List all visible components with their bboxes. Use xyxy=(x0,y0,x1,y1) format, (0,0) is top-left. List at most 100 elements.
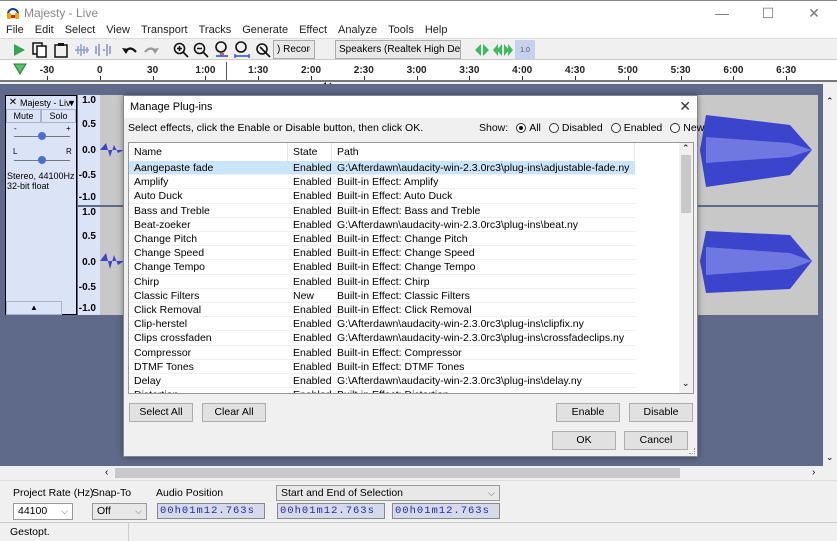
minimize-button[interactable]: — xyxy=(699,1,745,25)
pan-slider-thumb[interactable] xyxy=(38,156,46,164)
solo-button[interactable]: Solo xyxy=(41,109,76,123)
column-header-path[interactable]: Path xyxy=(332,143,635,161)
scroll-left-icon[interactable]: ‹ xyxy=(105,467,108,478)
plugin-row[interactable]: Amplify Enabled Built-in Effect: Amplify xyxy=(129,175,635,190)
menu-edit[interactable]: Edit xyxy=(29,24,59,38)
ok-button[interactable]: OK xyxy=(552,431,616,450)
menu-select[interactable]: Select xyxy=(59,24,101,38)
filter-disabled-radio[interactable]: Disabled xyxy=(548,122,603,134)
scroll-down-icon[interactable]: ⌄ xyxy=(682,378,690,389)
plugin-row[interactable]: Change Tempo Enabled Built-in Effect: Chan… xyxy=(129,260,635,275)
menu-generate[interactable]: Generate xyxy=(236,24,293,38)
scroll-down-icon[interactable]: ⌄ xyxy=(826,452,834,463)
copy-button[interactable] xyxy=(30,40,50,60)
amplitude-scale-right[interactable]: 1.0 0.5 0.0 -0.5 -1.0 xyxy=(78,207,100,315)
plugin-name: Distortion xyxy=(134,388,284,393)
pin-playhead-icon[interactable] xyxy=(13,63,27,75)
trim-button[interactable] xyxy=(72,40,92,60)
scroll-right-icon[interactable]: › xyxy=(812,467,815,478)
speed-slider[interactable]: 1.0 xyxy=(515,40,535,60)
column-header-state[interactable]: State xyxy=(288,143,332,161)
plugin-row[interactable]: Delay Enabled G:\Afterdawn\audacity-win-2.… xyxy=(129,374,635,389)
recording-device-select[interactable]: ) Recor ⌵ xyxy=(273,40,315,59)
scroll-up-icon[interactable]: ⌃ xyxy=(826,96,834,107)
plugin-state: Enabled xyxy=(293,360,332,373)
plugin-list-scroll-thumb[interactable] xyxy=(681,155,691,213)
menu-effect[interactable]: Effect xyxy=(293,24,332,38)
horizontal-scroll-thumb[interactable] xyxy=(115,468,680,478)
filter-new-radio[interactable]: New xyxy=(670,122,704,134)
collapse-track-button[interactable]: ▲ xyxy=(6,301,62,315)
plugin-row[interactable]: DTMF Tones Enabled Built-in Effect: DTMF T… xyxy=(129,360,635,374)
zoom-in-button[interactable] xyxy=(171,40,191,60)
project-rate-select[interactable]: 44100 ⌵ xyxy=(13,503,73,520)
enable-button[interactable]: Enable xyxy=(556,403,620,422)
paste-button[interactable] xyxy=(51,40,71,60)
selection-start-time[interactable]: 00h01m12.763s xyxy=(277,503,385,519)
menu-help[interactable]: Help xyxy=(419,24,453,38)
vertical-scrollbar[interactable]: ⌃ ⌄ xyxy=(823,84,837,480)
maximize-button[interactable]: ☐ xyxy=(745,1,791,25)
menu-analyze[interactable]: Analyze xyxy=(332,24,382,38)
cancel-button[interactable]: Cancel xyxy=(624,431,688,450)
plugin-row[interactable]: Clip-herstel Enabled G:\Afterdawn\audacity… xyxy=(129,317,635,332)
play-cut-preview-button[interactable] xyxy=(492,40,514,60)
audio-position-time[interactable]: 00h01m12.763s xyxy=(157,503,265,519)
disable-button[interactable]: Disable xyxy=(629,403,693,422)
scroll-up-icon[interactable]: ⌃ xyxy=(682,143,690,154)
track-name-menu[interactable]: Majesty - Liv ▼ xyxy=(20,97,76,109)
filter-all-radio[interactable]: All xyxy=(516,122,541,134)
selection-end-time[interactable]: 00h01m12.763s xyxy=(392,503,500,519)
gain-slider-thumb[interactable] xyxy=(38,132,46,140)
horizontal-scrollbar[interactable]: ‹ › xyxy=(0,466,823,480)
menu-tracks[interactable]: Tracks xyxy=(193,24,237,38)
dialog-close-button[interactable]: ✕ xyxy=(679,98,691,115)
zoom-out-button[interactable] xyxy=(191,40,211,60)
ruler-tick-mark xyxy=(469,76,471,80)
plugin-row[interactable]: Classic Filters New Built-in Effect: Class… xyxy=(129,289,635,303)
plugin-list[interactable]: Name State Path Aangepaste fade Enabled G:… xyxy=(128,142,694,394)
snap-to-select[interactable]: Off ⌵ xyxy=(92,503,147,520)
plugin-row[interactable]: Beat-zoeker Enabled G:\Afterdawn\audacity-… xyxy=(129,218,635,232)
plugin-row[interactable]: Bass and Treble Enabled Built-in Effect: B… xyxy=(129,204,635,218)
mute-button[interactable]: Mute xyxy=(6,109,41,123)
plugin-row[interactable]: Chirp Enabled Built-in Effect: Chirp xyxy=(129,275,635,289)
menu-file[interactable]: File xyxy=(0,24,29,38)
plugin-list-scrollbar[interactable]: ⌃ ⌄ xyxy=(679,143,693,393)
select-all-button[interactable]: Select All xyxy=(129,403,193,422)
silence-button[interactable] xyxy=(93,40,113,60)
fit-project-button[interactable] xyxy=(232,40,252,60)
filter-enabled-radio[interactable]: Enabled xyxy=(610,122,662,134)
fit-selection-button[interactable] xyxy=(212,40,232,60)
plugin-row[interactable]: Aangepaste fade Enabled G:\Afterdawn\audac… xyxy=(129,161,635,176)
menu-transport[interactable]: Transport xyxy=(135,24,193,38)
plugin-row[interactable]: Change Pitch Enabled Built-in Effect: Chan… xyxy=(129,232,635,247)
plugin-state: Enabled xyxy=(293,375,332,387)
plugin-row[interactable]: Clips crossfaden Enabled G:\Afterdawn\auda… xyxy=(129,331,635,346)
menu-view[interactable]: View xyxy=(100,24,135,38)
plugin-row[interactable]: Distortion Enabled Built-in Effect: Distor… xyxy=(129,388,635,393)
plugin-row[interactable]: Auto Duck Enabled Built-in Effect: Auto Du… xyxy=(129,189,635,204)
selection-mode-select[interactable]: Start and End of Selection ⌵ xyxy=(276,485,500,501)
plugin-path: Built-in Effect: Amplify xyxy=(337,176,439,189)
close-button[interactable]: ✕ xyxy=(791,1,837,25)
plugin-row[interactable]: Change Speed Enabled Built-in Effect: Chan… xyxy=(129,246,635,261)
zoom-toggle-button[interactable] xyxy=(253,40,273,60)
column-header-name[interactable]: Name xyxy=(129,143,288,161)
ruler-tick-mark xyxy=(575,76,576,80)
menu-tools[interactable]: Tools xyxy=(382,24,419,38)
clear-all-button[interactable]: Clear All xyxy=(202,403,266,422)
plugin-row[interactable]: Compressor Enabled Built-in Effect: Compre… xyxy=(129,346,635,360)
track-close-button[interactable]: ✕ xyxy=(7,97,19,109)
undo-button[interactable] xyxy=(120,40,140,60)
plugin-path: Built-in Effect: DTMF Tones xyxy=(337,360,465,373)
play-button[interactable] xyxy=(9,40,29,60)
amplitude-scale-left[interactable]: 1.0 0.5 0.0 -0.5 -1.0 xyxy=(78,95,100,205)
play-at-speed-button[interactable] xyxy=(472,40,492,60)
timeline-ruler[interactable]: -30 0 30 1:00 1:30 2:00 2:30 3:00 3:30 4:00 4:30 5:… xyxy=(0,60,837,82)
resize-grip-icon[interactable] xyxy=(689,448,695,454)
playback-device-select[interactable]: Speakers (Realtek High Defi ⌵ xyxy=(335,40,461,59)
redo-button[interactable] xyxy=(141,40,161,60)
plugin-row[interactable]: Click Removal Enabled Built-in Effect: Cli… xyxy=(129,303,635,318)
ruler-tick-label: 3:00 xyxy=(406,65,427,76)
